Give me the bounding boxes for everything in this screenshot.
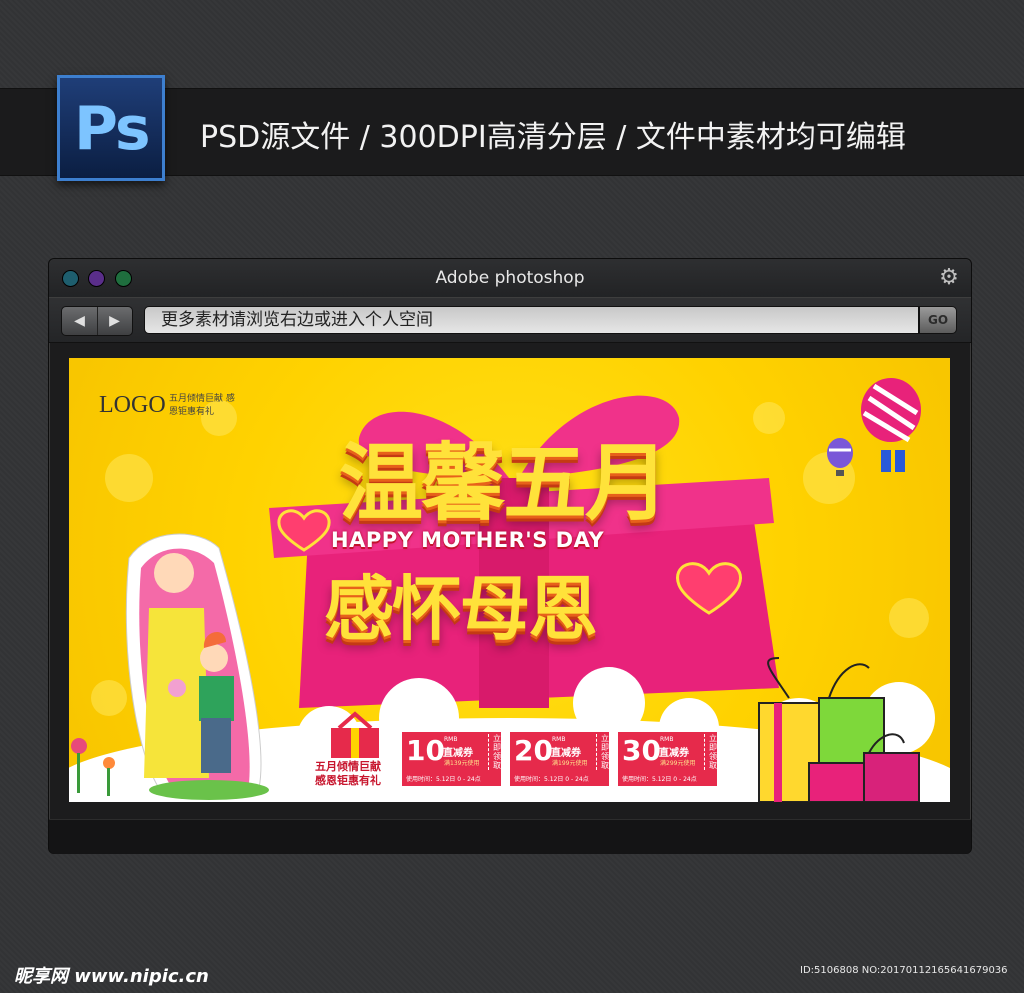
headline-english: HAPPY MOTHER'S DAY xyxy=(331,528,605,552)
coupon-amount: 30 xyxy=(622,734,661,767)
logo-subtitle: 五月倾情巨献 感恩钜惠有礼 xyxy=(169,394,235,417)
coupon-claim-button[interactable]: 立即领取 xyxy=(488,734,503,770)
gear-icon[interactable]: ⚙ xyxy=(937,266,961,290)
hot-air-balloon-large xyxy=(861,378,921,472)
mother-child-illustration xyxy=(125,533,269,800)
coupon-amount: 10 xyxy=(406,734,445,767)
coupon-title: 直减券 xyxy=(659,748,689,759)
coupon-card[interactable]: 20 RMB 直减券 满199元使用 使用时间：5.12日 0 - 24点 立即… xyxy=(508,730,611,788)
window-title: Adobe photoshop xyxy=(435,268,585,288)
coupon-card[interactable]: 30 RMB 直减券 满299元使用 使用时间：5.12日 0 - 24点 立即… xyxy=(616,730,719,788)
coupon-amount: 20 xyxy=(514,734,553,767)
gift-caption-line1: 五月倾情巨献 xyxy=(315,760,381,773)
window-footer xyxy=(49,819,971,854)
coupon-claim-button[interactable]: 立即领取 xyxy=(596,734,611,770)
promo-banner: LOGO 五月倾情巨献 感恩钜惠有礼 温馨五月 HAPPY MOTHER'S D… xyxy=(69,358,950,802)
coupon-currency: RMB xyxy=(552,736,566,743)
gift-caption-line2: 感恩钜惠有礼 xyxy=(315,774,381,787)
headline-secondary: 感怀母恩 xyxy=(324,568,598,650)
coupon-time: 使用时间：5.12日 0 - 24点 xyxy=(514,776,589,783)
coupon-time: 使用时间：5.12日 0 - 24点 xyxy=(622,776,697,783)
coupon-card[interactable]: 10 RMB 直减券 满139元使用 使用时间：5.12日 0 - 24点 立即… xyxy=(400,730,503,788)
brand-logo: LOGO xyxy=(99,392,166,418)
coupon-condition: 满199元使用 xyxy=(552,760,588,767)
watermark-id: ID:5106808 NO:20170112165641679036 xyxy=(800,965,1008,976)
coupon-currency: RMB xyxy=(660,736,674,743)
photoshop-icon: Ps xyxy=(57,75,165,181)
coupon-time: 使用时间：5.12日 0 - 24点 xyxy=(406,776,481,783)
chevron-left-icon[interactable]: ◀ xyxy=(62,307,98,335)
header-title: PSD源文件 / 300DPI高清分层 / 文件中素材均可编辑 xyxy=(200,120,906,155)
nav-buttons: ◀ ▶ xyxy=(61,306,133,336)
chevron-right-icon[interactable]: ▶ xyxy=(97,307,132,335)
coupon-condition: 满299元使用 xyxy=(660,760,696,767)
window-titlebar: Adobe photoshop ⚙ xyxy=(49,259,971,297)
address-input[interactable]: 更多素材请浏览右边或进入个人空间 xyxy=(144,306,919,334)
coupon-title: 直减券 xyxy=(443,748,473,759)
go-button[interactable]: GO xyxy=(919,306,957,334)
navigation-bar: ◀ ▶ 更多素材请浏览右边或进入个人空间 GO xyxy=(49,297,971,343)
coupon-title: 直减券 xyxy=(551,748,581,759)
gift-caption: 五月倾情巨献 感恩钜惠有礼 xyxy=(315,760,381,788)
coupon-claim-button[interactable]: 立即领取 xyxy=(704,734,719,770)
coupon-currency: RMB xyxy=(444,736,458,743)
photoshop-icon-text: Ps xyxy=(74,94,151,164)
headline-primary: 温馨五月 xyxy=(339,434,669,532)
watermark-site: 昵享网 www.nipic.cn xyxy=(14,966,209,987)
coupon-condition: 满139元使用 xyxy=(444,760,480,767)
